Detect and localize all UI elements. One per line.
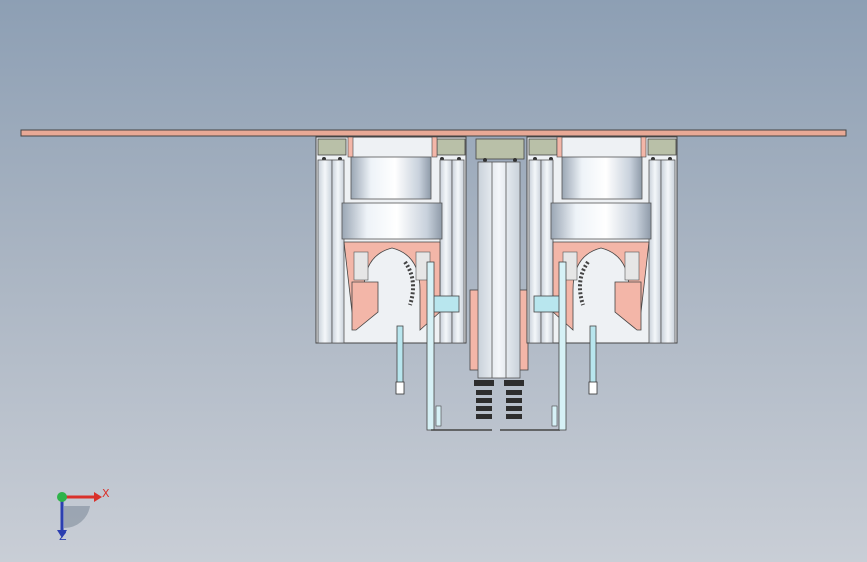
z-axis-label: Z xyxy=(59,530,67,543)
gripper-fingers xyxy=(474,380,524,419)
right-gripper-module xyxy=(526,136,678,431)
assembly-model[interactable] xyxy=(0,0,867,562)
x-axis-label: X xyxy=(102,487,110,500)
left-gripper-module xyxy=(315,136,492,431)
coordinate-triad: X Z xyxy=(40,478,120,548)
top-plate xyxy=(20,129,847,137)
cad-viewport[interactable]: X Z xyxy=(0,0,867,562)
